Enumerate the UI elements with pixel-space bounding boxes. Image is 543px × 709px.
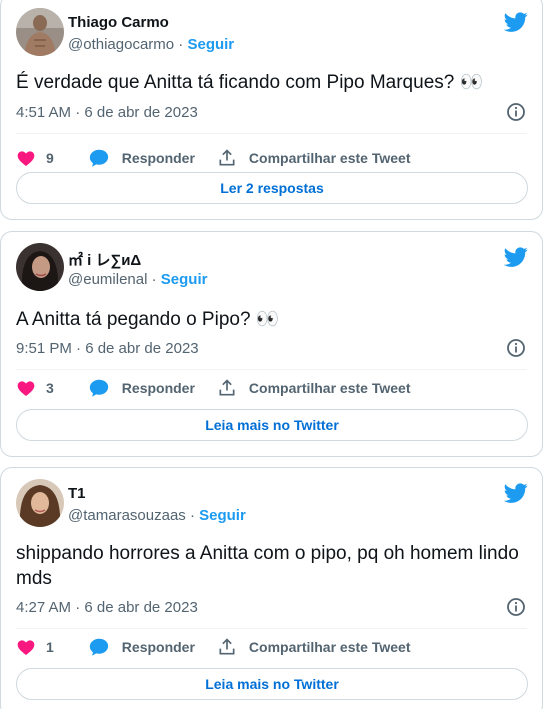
info-icon[interactable] [506,102,526,122]
reply-bubble-icon [89,379,108,397]
reply-button[interactable]: Responder [88,147,195,169]
author-name[interactable]: ㎡ i レ∑иΔ [68,249,141,270]
share-button[interactable]: Compartilhar este Tweet [217,378,411,398]
twitter-bird-icon[interactable] [503,481,528,505]
heart-icon [17,381,35,396]
share-label: Compartilhar este Tweet [248,639,411,655]
separator: · [178,36,184,53]
author-name[interactable]: T1 [68,485,86,502]
author-handle[interactable]: @othiagocarmo [68,36,174,53]
like-count: 1 [46,639,54,655]
share-label: Compartilhar este Tweet [248,150,411,166]
handle-row: @eumilenal · Seguir [68,271,207,288]
action-bar: 3 Responder Compartilhar este Tweet [16,376,527,400]
tweet-timestamp[interactable]: 4:51 AM · 6 de abr de 2023 [16,104,198,121]
read-more-button[interactable]: Leia mais no Twitter [16,409,528,441]
tweet-timestamp[interactable]: 4:27 AM · 6 de abr de 2023 [16,599,198,616]
tweet-text: É verdade que Anitta tá ficando com Pipo… [16,72,484,93]
divider [16,628,527,629]
reply-label: Responder [121,150,195,166]
share-button[interactable]: Compartilhar este Tweet [217,637,411,657]
follow-link[interactable]: Seguir [187,36,234,53]
heart-icon [17,640,35,655]
twitter-bird-icon[interactable] [503,10,528,34]
info-icon[interactable] [506,338,526,358]
avatar[interactable] [16,243,64,291]
action-bar: 9 Responder Compartilhar este Tweet [16,146,527,170]
tweet-card: Thiago Carmo @othiagocarmo · Seguir É ve… [0,0,543,220]
follow-link[interactable]: Seguir [199,507,246,524]
tweet-text: A Anitta tá pegando o Pipo? 👀 [16,309,280,330]
author-name[interactable]: Thiago Carmo [68,14,169,31]
like-count: 9 [46,150,54,166]
like-button[interactable]: 3 [16,378,54,398]
read-more-button[interactable]: Leia mais no Twitter [16,668,528,700]
avatar[interactable] [16,8,64,56]
avatar[interactable] [16,479,64,527]
handle-row: @othiagocarmo · Seguir [68,36,234,53]
twitter-bird-icon[interactable] [503,245,528,269]
separator: · [189,507,195,524]
action-bar: 1 Responder Compartilhar este Tweet [16,635,527,659]
like-count: 3 [46,380,54,396]
divider [16,369,527,370]
share-label: Compartilhar este Tweet [248,380,411,396]
divider [16,133,527,134]
tweet-card: T1 @tamarasouzaas · Seguir shippando hor… [0,467,543,709]
reply-label: Responder [121,639,195,655]
share-button[interactable]: Compartilhar este Tweet [217,148,411,168]
tweet-text: shippando horrores a Anitta com o pipo, … [16,543,519,589]
reply-bubble-icon [89,638,108,656]
share-icon [219,149,235,166]
like-button[interactable]: 9 [16,148,54,168]
tweet-card: ㎡ i レ∑иΔ @eumilenal · Seguir A Anitta tá… [0,231,543,457]
heart-icon [17,151,35,166]
tweet-timestamp[interactable]: 9:51 PM · 6 de abr de 2023 [16,340,199,357]
share-icon [219,638,235,655]
info-icon[interactable] [506,597,526,617]
reply-bubble-icon [89,149,108,167]
like-button[interactable]: 1 [16,637,54,657]
reply-button[interactable]: Responder [88,636,195,658]
author-handle[interactable]: @eumilenal [68,271,147,288]
follow-link[interactable]: Seguir [161,271,208,288]
share-icon [219,379,235,396]
handle-row: @tamarasouzaas · Seguir [68,507,246,524]
read-replies-button[interactable]: Ler 2 respostas [16,172,528,204]
reply-button[interactable]: Responder [88,377,195,399]
separator: · [151,271,157,288]
reply-label: Responder [121,380,195,396]
author-handle[interactable]: @tamarasouzaas [68,507,186,524]
